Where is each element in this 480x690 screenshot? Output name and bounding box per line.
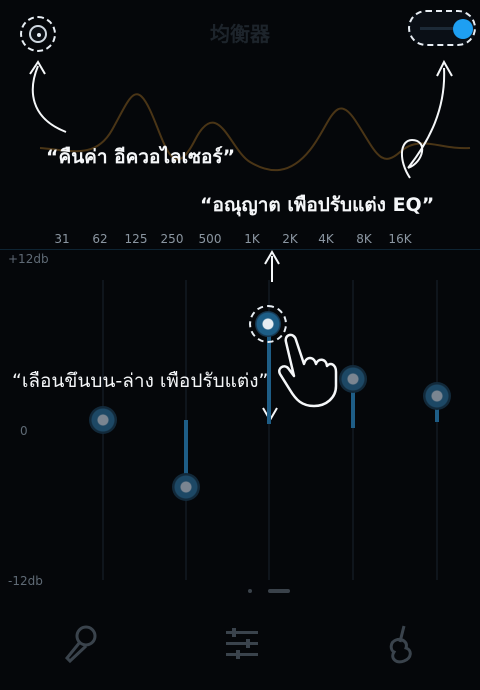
page-indicator-dot[interactable] <box>248 589 252 593</box>
eq-slider-band-4[interactable] <box>338 270 368 590</box>
toggle-hint-arrow <box>401 67 446 179</box>
reset-hint-arrow <box>31 65 67 133</box>
slider-knob[interactable] <box>89 406 117 434</box>
eq-slider-band-1[interactable] <box>88 270 118 590</box>
freq-label: 250 <box>160 232 184 246</box>
enable-hint-text: “อณุญาต เพือปรับแต่ง EQ” <box>200 194 435 216</box>
microphone-icon[interactable] <box>62 624 98 664</box>
eq-slider-band-3[interactable] <box>249 270 288 590</box>
freq-label: 16K <box>388 232 412 246</box>
freq-label: 500 <box>198 232 222 246</box>
freq-label: 31 <box>54 232 70 246</box>
eq-slider-band-5[interactable] <box>422 270 452 590</box>
slider-knob[interactable] <box>339 365 367 393</box>
freq-label: 1K <box>244 232 260 246</box>
freq-label: 125 <box>124 232 148 246</box>
page-indicator-current[interactable] <box>268 589 290 593</box>
eq-slider-band-2[interactable] <box>171 270 201 590</box>
freq-label: 62 <box>92 232 108 246</box>
sliders-icon[interactable] <box>224 628 260 660</box>
freq-label: 4K <box>318 232 334 246</box>
db-min-label: -12db <box>8 574 43 588</box>
slider-knob[interactable] <box>172 473 200 501</box>
db-max-label: +12db <box>8 252 49 266</box>
frequency-labels: 31 62 125 250 500 1K 2K 4K 8K 16K <box>0 232 480 248</box>
guitar-icon[interactable] <box>386 624 416 664</box>
slide-hint-text: “เลือนขึนบน-ล่าง เพือปรับแต่ง” <box>12 370 269 392</box>
slider-knob[interactable] <box>423 382 451 410</box>
freq-label: 8K <box>356 232 372 246</box>
freq-label: 2K <box>282 232 298 246</box>
hand-pointer-icon <box>278 333 338 408</box>
reset-hint-text: “คืนค่า อีควอไลเซอร์” <box>46 146 236 168</box>
graph-divider <box>0 249 480 250</box>
db-zero-label: 0 <box>20 424 28 438</box>
